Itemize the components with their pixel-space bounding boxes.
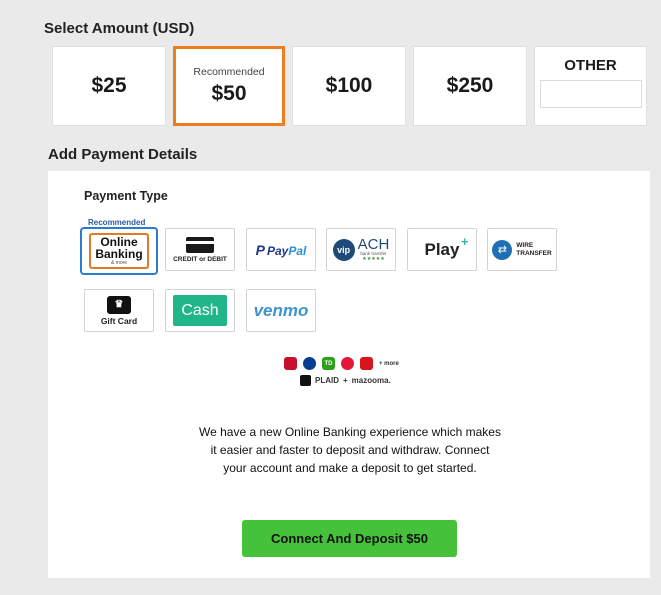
amount-option-250[interactable]: $250 [413,46,527,126]
online-banking-logo: Online Banking & more [89,233,149,269]
wire-transfer-option[interactable]: ⇄ WIRE TRANSFER [487,228,557,271]
recommended-tag: Recommended [88,218,146,227]
paypal-logo: P PayPal [255,241,307,258]
bank-logos-row: TD + more [284,357,399,370]
td-bank-icon: TD [322,357,335,370]
credit-card-icon [186,236,214,253]
other-amount-input[interactable] [539,80,642,108]
payment-type-label: Payment Type [84,189,168,203]
other-label: OTHER [564,57,617,74]
plaid-icon [300,375,311,386]
credit-debit-option[interactable]: CREDIT or DEBIT [165,228,235,271]
amount-option-100[interactable]: $100 [292,46,406,126]
vip-ach-option[interactable]: vip ACH bank transfer ★★★★★ [326,228,396,271]
gift-card-option[interactable]: ♛ Gift Card [84,289,154,332]
cash-option[interactable]: Cash [165,289,235,332]
connect-and-deposit-button[interactable]: Connect And Deposit $50 [242,520,457,557]
amount-option-25[interactable]: $25 [52,46,166,126]
vip-ach-logo: vip ACH bank transfer ★★★★★ [332,237,389,262]
venmo-option[interactable]: venmo [246,289,316,332]
wire-transfer-logo: ⇄ WIRE TRANSFER [492,239,552,260]
wells-fargo-icon [360,357,373,370]
cash-logo: Cash [173,295,227,326]
chase-icon [303,357,316,370]
paypal-option[interactable]: P PayPal [246,228,316,271]
citizens-icon [341,357,354,370]
venmo-logo: venmo [253,300,309,320]
amount-value: $100 [325,74,373,97]
partner-logos-row: PLAID + mazooma. [300,375,391,386]
amount-value: $250 [446,74,494,97]
play-plus-logo: Play + [424,233,469,259]
draftkings-crown-icon: ♛ [107,295,131,314]
bank-of-america-icon [284,357,297,370]
online-banking-option[interactable]: Online Banking & more [80,227,158,275]
recommended-label: Recommended [193,66,265,78]
amount-value: $25 [91,74,127,97]
select-amount-title: Select Amount (USD) [44,20,195,37]
amount-option-other[interactable]: OTHER [534,46,647,126]
amount-value: $50 [211,82,247,105]
payment-panel: Payment Type Recommended Online Banking … [48,171,650,578]
transfer-arrows-icon: ⇄ [492,239,513,260]
online-banking-info-text: We have a new Online Banking experience … [199,425,501,475]
play-plus-option[interactable]: Play + [407,228,477,271]
payment-details-title: Add Payment Details [48,146,198,163]
amount-option-50[interactable]: Recommended $50 [173,46,285,126]
